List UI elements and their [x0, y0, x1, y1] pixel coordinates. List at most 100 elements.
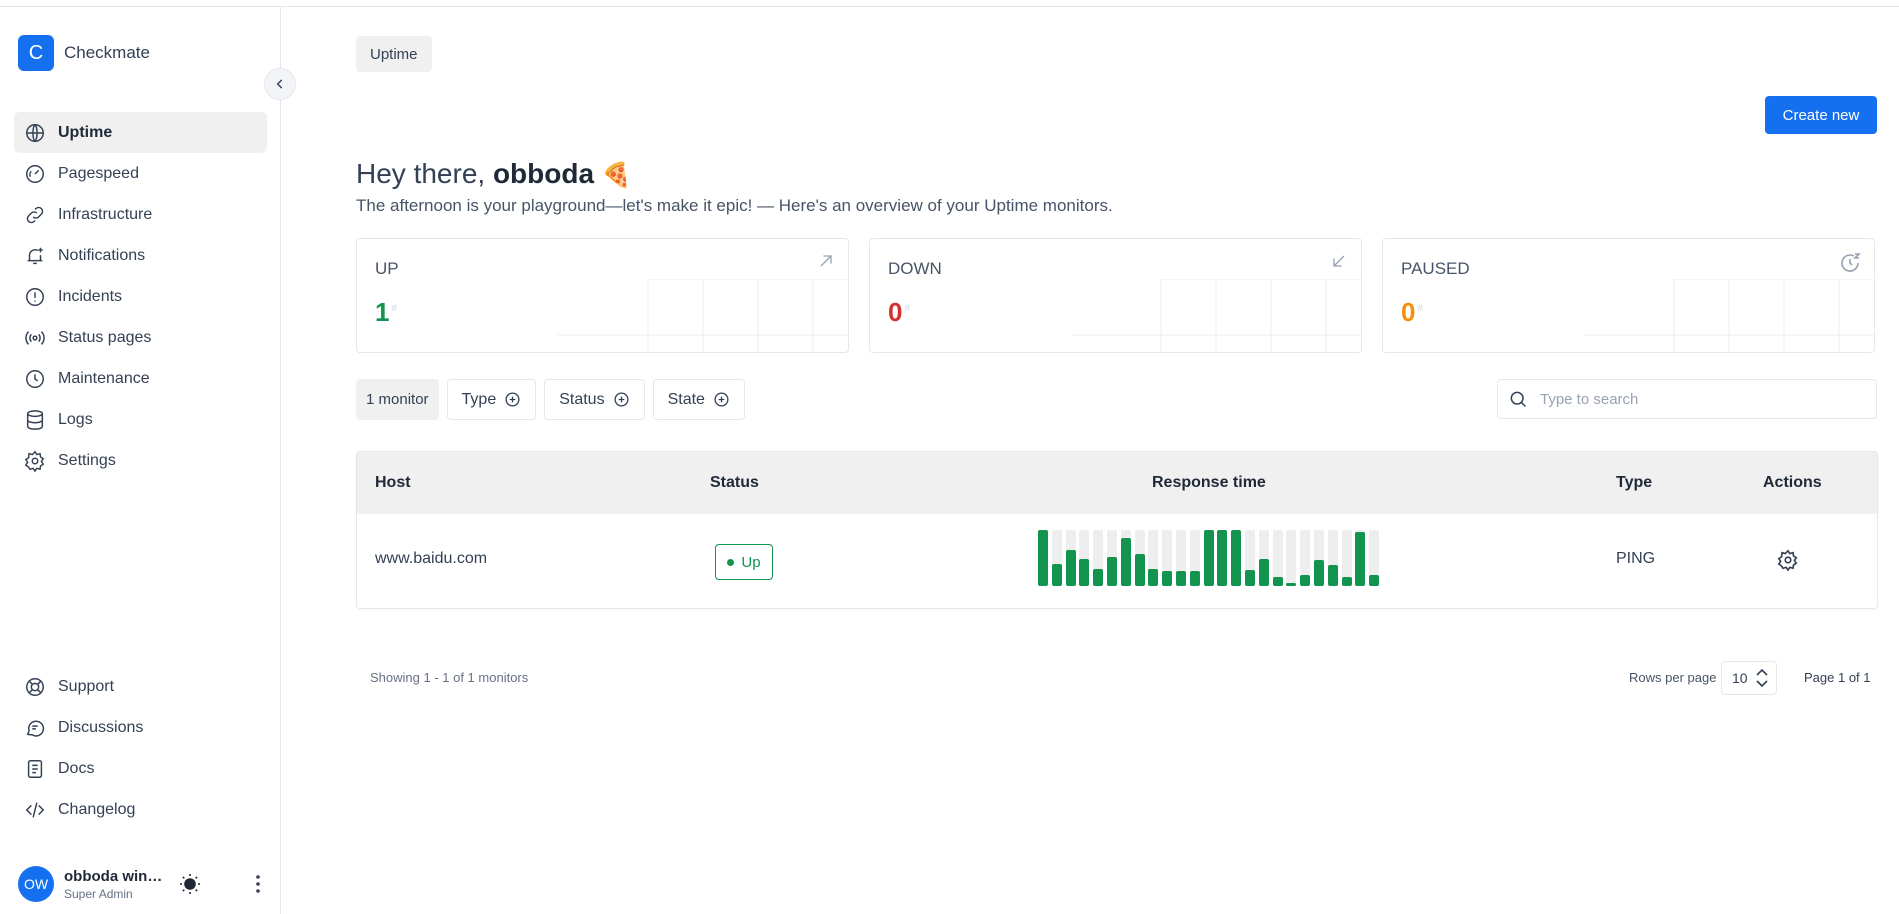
status-label: Up [741, 553, 761, 571]
user-menu[interactable]: OW obboda win… Super Admin [18, 860, 268, 908]
plus-circle-icon [714, 392, 729, 407]
sidebar-item-discussions[interactable]: Discussions [14, 707, 267, 748]
sun-icon[interactable] [178, 872, 202, 896]
sidebar-item-support[interactable]: Support [14, 666, 267, 707]
plus-circle-icon [614, 392, 629, 407]
response-bar [1134, 530, 1145, 586]
response-bar-fill [1341, 577, 1352, 586]
host-cell[interactable]: www.baidu.com [375, 550, 487, 568]
response-bar-fill [1217, 530, 1228, 586]
greeting-name: obboda [492, 158, 595, 189]
response-bar-fill [1189, 571, 1200, 586]
response-bar-fill [1258, 559, 1269, 586]
sidebar-item-label: Changelog [58, 800, 136, 818]
response-time-bars [1038, 530, 1380, 586]
monitor-settings-button[interactable] [1777, 549, 1799, 576]
sidebar-item-changelog[interactable]: Changelog [14, 789, 267, 830]
response-bar-fill [1079, 559, 1090, 586]
greeting-prefix: Hey there, [356, 158, 493, 189]
stat-card-down: DOWN 0 # [869, 238, 1362, 353]
link-icon [26, 206, 44, 223]
create-new-button[interactable]: Create new [1765, 96, 1877, 134]
response-bar [1272, 530, 1283, 586]
chat-icon [26, 720, 45, 737]
response-bar-fill [1203, 530, 1214, 586]
document-icon [27, 759, 43, 778]
brand-logo: C [18, 35, 54, 71]
chevron-left-icon [276, 79, 283, 89]
response-bar-fill [1175, 571, 1186, 586]
response-bar-fill [1148, 569, 1159, 586]
response-bar [1189, 530, 1200, 586]
rows-per-page-value: 10 [1732, 670, 1748, 686]
pagination-summary: Showing 1 - 1 of 1 monitors [370, 670, 529, 685]
user-role: Super Admin [64, 886, 133, 901]
stat-unit: # [391, 303, 398, 315]
column-response-time: Response time [1152, 474, 1266, 491]
sidebar-item-infrastructure[interactable]: Infrastructure [14, 194, 267, 235]
more-vertical-icon[interactable] [246, 872, 270, 896]
response-bar [1051, 530, 1062, 586]
response-bar-fill [1093, 569, 1104, 586]
top-divider [0, 6, 1899, 7]
response-bar-fill [1134, 554, 1145, 586]
sidebar-item-incidents[interactable]: Incidents [14, 276, 267, 317]
type-cell: PING [1616, 550, 1656, 567]
column-status: Status [710, 474, 759, 491]
response-bar [1065, 530, 1076, 586]
sidebar-item-pagespeed[interactable]: Pagespeed [14, 153, 267, 194]
response-bar-fill [1286, 583, 1297, 586]
user-name: obboda win… [64, 867, 163, 885]
clock-snooze-icon [1841, 253, 1861, 272]
stat-grid [558, 279, 848, 352]
response-bar-fill [1313, 560, 1324, 586]
status-filter-button[interactable]: Status [544, 379, 645, 420]
stat-number: 1 [375, 297, 390, 327]
stat-number: 0 [1401, 297, 1416, 327]
breadcrumb[interactable]: Uptime [356, 36, 432, 72]
chevron-up-down-icon [1756, 668, 1768, 688]
greeting: Hey there, obboda 🍕 [356, 158, 632, 190]
page-subtitle: The afternoon is your playground—let's m… [356, 196, 1113, 215]
bell-plus-icon [27, 247, 43, 264]
sidebar-item-uptime[interactable]: Uptime [14, 112, 267, 153]
sidebar-bottom-nav: Support Discussions Docs Changelog [14, 666, 267, 830]
sidebar-item-notifications[interactable]: Notifications [14, 235, 267, 276]
rows-per-page-label: Rows per page [1629, 670, 1717, 685]
response-bar-fill [1162, 571, 1173, 586]
filter-bar: 1 monitor Type Status State [356, 379, 745, 420]
sidebar-item-docs[interactable]: Docs [14, 748, 267, 789]
sidebar-item-settings[interactable]: Settings [14, 440, 267, 481]
response-bar [1300, 530, 1311, 586]
brand[interactable]: C Checkmate [18, 35, 150, 71]
column-host: Host [375, 474, 411, 491]
stat-grid [1071, 279, 1361, 352]
response-bar [1286, 530, 1297, 586]
table-row[interactable]: www.baidu.com Up PING [357, 514, 1877, 608]
database-icon [26, 409, 44, 430]
rows-per-page-select[interactable]: 10 [1721, 661, 1777, 695]
type-filter-button[interactable]: Type [446, 379, 537, 420]
response-bar-fill [1051, 564, 1062, 586]
response-bar-fill [1300, 575, 1311, 586]
search-icon [1510, 391, 1527, 408]
response-bar [1038, 530, 1048, 586]
response-bar [1079, 530, 1090, 586]
response-bar [1313, 530, 1324, 586]
stat-label: DOWN [888, 259, 942, 278]
response-bar [1369, 530, 1380, 586]
sidebar-item-label: Docs [58, 759, 95, 777]
collapse-sidebar-button[interactable] [264, 68, 296, 100]
sidebar-item-label: Support [58, 677, 115, 695]
response-bar [1175, 530, 1186, 586]
response-bar [1203, 530, 1214, 586]
sidebar-item-logs[interactable]: Logs [14, 399, 267, 440]
sidebar-item-label: Notifications [58, 246, 146, 264]
sidebar-item-maintenance[interactable]: Maintenance [14, 358, 267, 399]
sidebar-item-status-pages[interactable]: Status pages [14, 317, 267, 358]
alert-circle-icon [26, 287, 44, 306]
search-input[interactable] [1538, 389, 1862, 409]
column-type: Type [1616, 474, 1653, 491]
search-box [1497, 379, 1877, 419]
state-filter-button[interactable]: State [652, 379, 745, 420]
